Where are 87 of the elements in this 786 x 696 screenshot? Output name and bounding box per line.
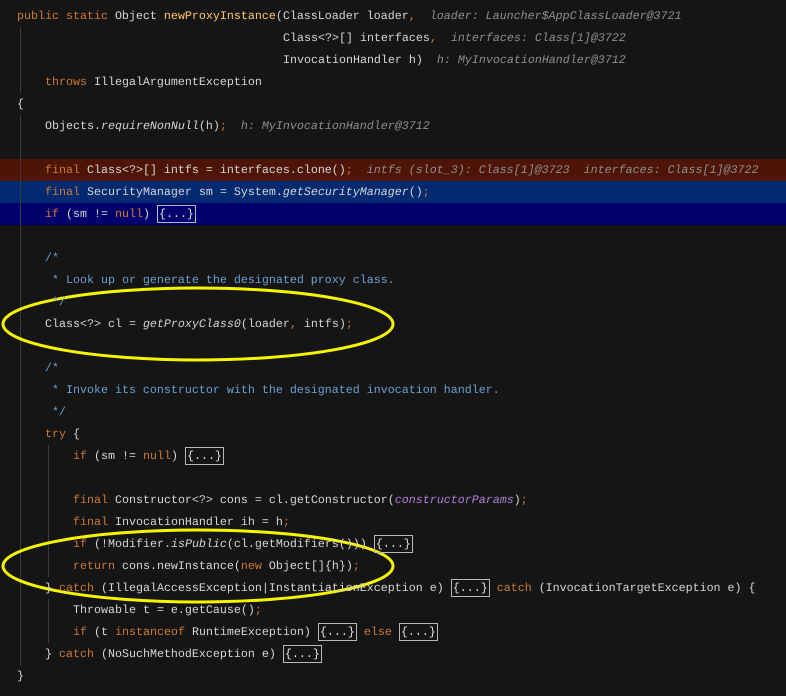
- punctuation: ;: [422, 185, 430, 199]
- code-text: Class<?>[] intfs = interfaces.clone(): [86, 163, 346, 177]
- code-text: }: [45, 647, 53, 661]
- code-text: (sm !=: [66, 207, 109, 221]
- folded-code-button[interactable]: {...}: [374, 535, 413, 553]
- code-text: Object[]{h}): [268, 559, 353, 573]
- code-text: (t: [94, 625, 109, 639]
- keyword: instanceof: [115, 625, 186, 639]
- folded-code-button[interactable]: {...}: [318, 623, 357, 641]
- punctuation: ;: [346, 317, 353, 331]
- keyword: null: [142, 449, 171, 463]
- field-name: constructorParams: [394, 493, 514, 507]
- keyword: if: [73, 625, 88, 639]
- punctuation: ;: [220, 119, 227, 133]
- code-text: RuntimeException): [192, 625, 312, 639]
- code-text: InvocationHandler ih = h: [114, 515, 283, 529]
- debug-value-hint: interfaces: Class[1]@3722: [584, 163, 758, 177]
- code-text: (NoSuchMethodException e): [100, 647, 277, 661]
- folded-code-button[interactable]: {...}: [450, 579, 490, 597]
- keyword: else: [362, 625, 393, 639]
- code-text: (): [408, 185, 423, 199]
- keyword: catch: [59, 581, 95, 595]
- debug-value-hint: h: MyInvocationHandler@3712: [240, 119, 430, 133]
- keyword: if: [45, 207, 60, 221]
- code-text: (!Modifier.: [94, 537, 171, 551]
- code-text: {: [72, 427, 80, 441]
- method-name: newProxyInstance: [164, 9, 276, 23]
- keyword: if: [73, 537, 88, 551]
- code-text: Class<?> cl =: [45, 317, 137, 331]
- code-comment: */: [52, 405, 66, 419]
- code-text: }: [17, 669, 24, 683]
- code-text: (ClassLoader loader: [276, 9, 409, 23]
- code-text: (InvocationTargetException e) {: [538, 581, 756, 595]
- code-comment: * Look up or generate the designated proxy class.: [52, 273, 395, 287]
- code-text: cons.newInstance(: [122, 559, 241, 573]
- code-text: {: [17, 97, 24, 111]
- punctuation: ;: [282, 515, 290, 529]
- punctuation: ;: [346, 163, 353, 177]
- code-text: (h): [198, 119, 220, 133]
- code-text: SecurityManager sm = System.: [86, 185, 283, 199]
- code-text: ): [514, 493, 521, 507]
- folded-code-button[interactable]: {...}: [398, 623, 438, 641]
- keyword: catch: [496, 581, 533, 595]
- folded-code-button[interactable]: {...}: [184, 447, 224, 465]
- punctuation: ,: [290, 317, 297, 331]
- code-text: Objects.: [45, 119, 101, 133]
- keyword: final: [73, 493, 109, 507]
- punctuation: ,: [408, 9, 416, 23]
- keyword: if: [73, 449, 88, 463]
- static-method-call: isPublic: [170, 537, 227, 551]
- keyword: final: [73, 515, 109, 529]
- punctuation: ;: [254, 603, 262, 617]
- punctuation: ;: [352, 559, 360, 573]
- folded-code-button[interactable]: {...}: [156, 205, 196, 223]
- keyword: try: [45, 427, 67, 441]
- code-text: ): [170, 449, 179, 463]
- punctuation: ;: [520, 493, 528, 507]
- code-comment: /*: [45, 361, 59, 375]
- keyword: null: [114, 207, 143, 221]
- code-text: Throwable t = e.getCause(): [73, 603, 255, 617]
- keyword: return: [73, 559, 116, 573]
- debug-value-hint: h: MyInvocationHandler@3712: [436, 53, 626, 67]
- code-text: Class<?>[] interfaces: [283, 31, 430, 45]
- code-text: intfs): [302, 317, 346, 331]
- code-text: IllegalArgumentException: [94, 75, 262, 89]
- code-text: Object: [114, 9, 158, 23]
- keyword: final: [45, 163, 81, 177]
- keyword: catch: [59, 647, 95, 661]
- static-method-call: getSecurityManager: [282, 185, 409, 199]
- code-comment: * Invoke its constructor with the designated invocation handler.: [52, 383, 500, 397]
- debug-value-hint: interfaces: Class[1]@3722: [450, 31, 626, 45]
- keyword: new: [240, 559, 263, 573]
- folded-code-button[interactable]: {...}: [282, 645, 322, 663]
- static-method-call: getProxyClass0: [142, 317, 241, 331]
- code-comment: /*: [45, 251, 59, 265]
- code-text: (sm !=: [94, 449, 137, 463]
- punctuation: ,: [430, 31, 437, 45]
- debug-value-hint: intfs (slot_3): Class[1]@3723: [366, 163, 570, 177]
- debug-value-hint: loader: Launcher$AppClassLoader@3721: [430, 9, 682, 23]
- keyword: final: [45, 185, 81, 199]
- keyword: throws: [45, 75, 88, 89]
- code-text: InvocationHandler h): [283, 53, 423, 67]
- code-text: Constructor<?> cons = cl.getConstructor(: [114, 493, 395, 507]
- static-method-call: requireNonNull: [100, 119, 199, 133]
- keyword: public static: [17, 9, 109, 23]
- code-text: (loader: [240, 317, 290, 331]
- code-text: ): [142, 207, 151, 221]
